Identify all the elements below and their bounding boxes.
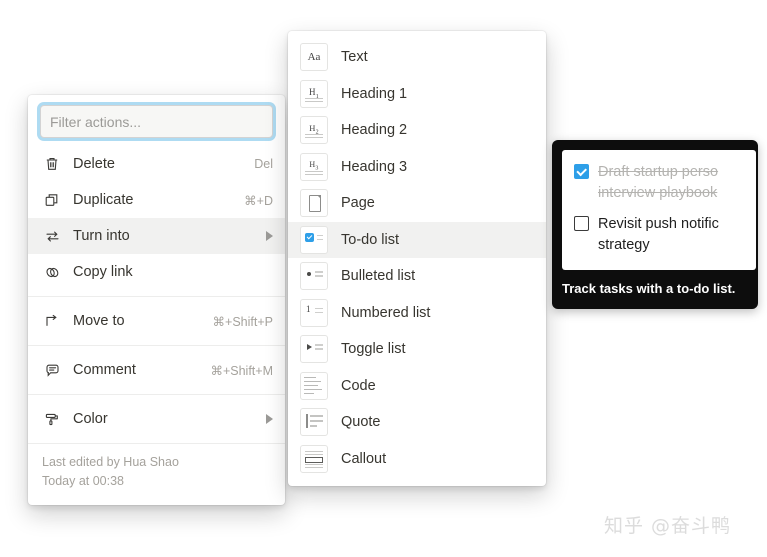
move-to-icon <box>42 311 62 331</box>
menu-group-move: Move to ⌘+Shift+P <box>28 297 285 345</box>
turn-into-option-label: Numbered list <box>341 304 431 321</box>
menu-group-comment: Comment ⌘+Shift+M <box>28 346 285 394</box>
chevron-right-icon <box>266 231 273 241</box>
comment-icon <box>42 360 62 380</box>
filter-actions-wrap <box>28 95 285 146</box>
menu-item-label: Color <box>73 411 108 427</box>
turn-into-option-label: Heading 3 <box>341 158 408 175</box>
turn-into-option-text[interactable]: Aa Text <box>288 39 546 76</box>
code-thumb-icon <box>300 371 328 400</box>
trash-icon <box>42 154 62 174</box>
turn-into-option-label: To-do list <box>341 231 400 248</box>
heading-1-thumb-icon: H1 <box>300 79 328 108</box>
chevron-right-icon <box>266 414 273 424</box>
block-action-menu: Delete Del Duplicate ⌘+D Turn into <box>28 95 285 505</box>
menu-group-primary: Delete Del Duplicate ⌘+D Turn into Copy … <box>28 146 285 296</box>
menu-item-duplicate[interactable]: Duplicate ⌘+D <box>28 182 285 218</box>
turn-into-option-label: Quote <box>341 414 381 431</box>
turn-into-option-label: Bulleted list <box>341 268 416 285</box>
paint-roller-icon <box>42 409 62 429</box>
turn-into-option-label: Heading 2 <box>341 122 408 139</box>
checkbox-checked-icon <box>574 164 589 179</box>
menu-group-color: Color <box>28 395 285 443</box>
link-icon <box>42 262 62 282</box>
preview-todo-text: Draft startup perso interview playbook <box>598 162 718 204</box>
turn-into-option-label: Callout <box>341 450 387 467</box>
menu-item-move-to[interactable]: Move to ⌘+Shift+P <box>28 303 285 339</box>
preview-card: Draft startup perso interview playbook R… <box>562 150 756 270</box>
turn-into-option-page[interactable]: Page <box>288 185 546 222</box>
bulleted-list-thumb-icon <box>300 262 328 291</box>
turn-into-option-label: Code <box>341 377 376 394</box>
todo-list-preview-tooltip: Draft startup perso interview playbook R… <box>552 140 758 309</box>
menu-item-label: Delete <box>73 156 115 172</box>
duplicate-icon <box>42 190 62 210</box>
turn-into-option-label: Text <box>341 49 368 66</box>
menu-item-label: Comment <box>73 362 136 378</box>
page-thumb-icon <box>300 189 328 218</box>
menu-item-comment[interactable]: Comment ⌘+Shift+M <box>28 352 285 388</box>
turn-into-submenu: Aa Text H1 Heading 1 H2 Heading 2 H3 Hea… <box>288 31 546 486</box>
last-edited-by: Last edited by Hua Shao <box>42 455 179 469</box>
menu-item-label: Duplicate <box>73 192 134 208</box>
numbered-list-thumb-icon: 1 <box>300 298 328 327</box>
turn-into-option-numbered-list[interactable]: 1 Numbered list <box>288 295 546 332</box>
preview-todo-text: Revisit push notific strategy <box>598 214 719 256</box>
preview-todo-line: Revisit push notific <box>598 216 719 232</box>
preview-todo-line: strategy <box>598 237 650 253</box>
menu-item-shortcut: Del <box>254 157 273 171</box>
text-thumb-icon: Aa <box>300 43 328 72</box>
turn-into-option-heading-2[interactable]: H2 Heading 2 <box>288 112 546 149</box>
menu-item-label: Copy link <box>73 264 133 280</box>
menu-item-delete[interactable]: Delete Del <box>28 146 285 182</box>
filter-actions-input[interactable] <box>40 105 273 138</box>
turn-into-option-toggle-list[interactable]: Toggle list <box>288 331 546 368</box>
callout-thumb-icon <box>300 444 328 473</box>
menu-item-color[interactable]: Color <box>28 401 285 437</box>
tooltip-caption: Track tasks with a to-do list. <box>562 281 736 296</box>
preview-todo-line: interview playbook <box>598 185 718 201</box>
menu-item-copy-link[interactable]: Copy link <box>28 254 285 290</box>
menu-item-turn-into[interactable]: Turn into <box>28 218 285 254</box>
preview-todo-item: Revisit push notific strategy <box>574 214 744 256</box>
heading-3-thumb-icon: H3 <box>300 152 328 181</box>
turn-into-option-callout[interactable]: Callout <box>288 441 546 478</box>
menu-item-label: Turn into <box>73 228 130 244</box>
turn-into-option-label: Toggle list <box>341 341 406 358</box>
last-edited-timestamp: Today at 00:38 <box>42 474 125 488</box>
turn-into-option-bulleted-list[interactable]: Bulleted list <box>288 258 546 295</box>
turn-into-option-todo-list[interactable]: To-do list <box>288 221 546 258</box>
checkbox-unchecked-icon <box>574 216 589 231</box>
turn-into-option-quote[interactable]: Quote <box>288 404 546 441</box>
menu-item-shortcut: ⌘+Shift+P <box>212 314 273 329</box>
turn-into-option-heading-1[interactable]: H1 Heading 1 <box>288 76 546 113</box>
menu-footer: Last edited by Hua Shao Today at 00:38 <box>28 444 285 505</box>
turn-into-icon <box>42 226 62 246</box>
quote-thumb-icon <box>300 408 328 437</box>
turn-into-option-code[interactable]: Code <box>288 368 546 405</box>
watermark: 知乎 @奋斗鸭 <box>604 515 732 537</box>
turn-into-option-label: Page <box>341 195 375 212</box>
preview-todo-item: Draft startup perso interview playbook <box>574 162 744 204</box>
menu-item-label: Move to <box>73 313 125 329</box>
todo-list-thumb-icon <box>300 225 328 254</box>
turn-into-option-label: Heading 1 <box>341 85 408 102</box>
heading-2-thumb-icon: H2 <box>300 116 328 145</box>
turn-into-option-heading-3[interactable]: H3 Heading 3 <box>288 149 546 186</box>
toggle-list-thumb-icon <box>300 335 328 364</box>
menu-item-shortcut: ⌘+Shift+M <box>210 363 273 378</box>
menu-item-shortcut: ⌘+D <box>244 193 273 208</box>
preview-todo-line: Draft startup perso <box>598 164 719 180</box>
